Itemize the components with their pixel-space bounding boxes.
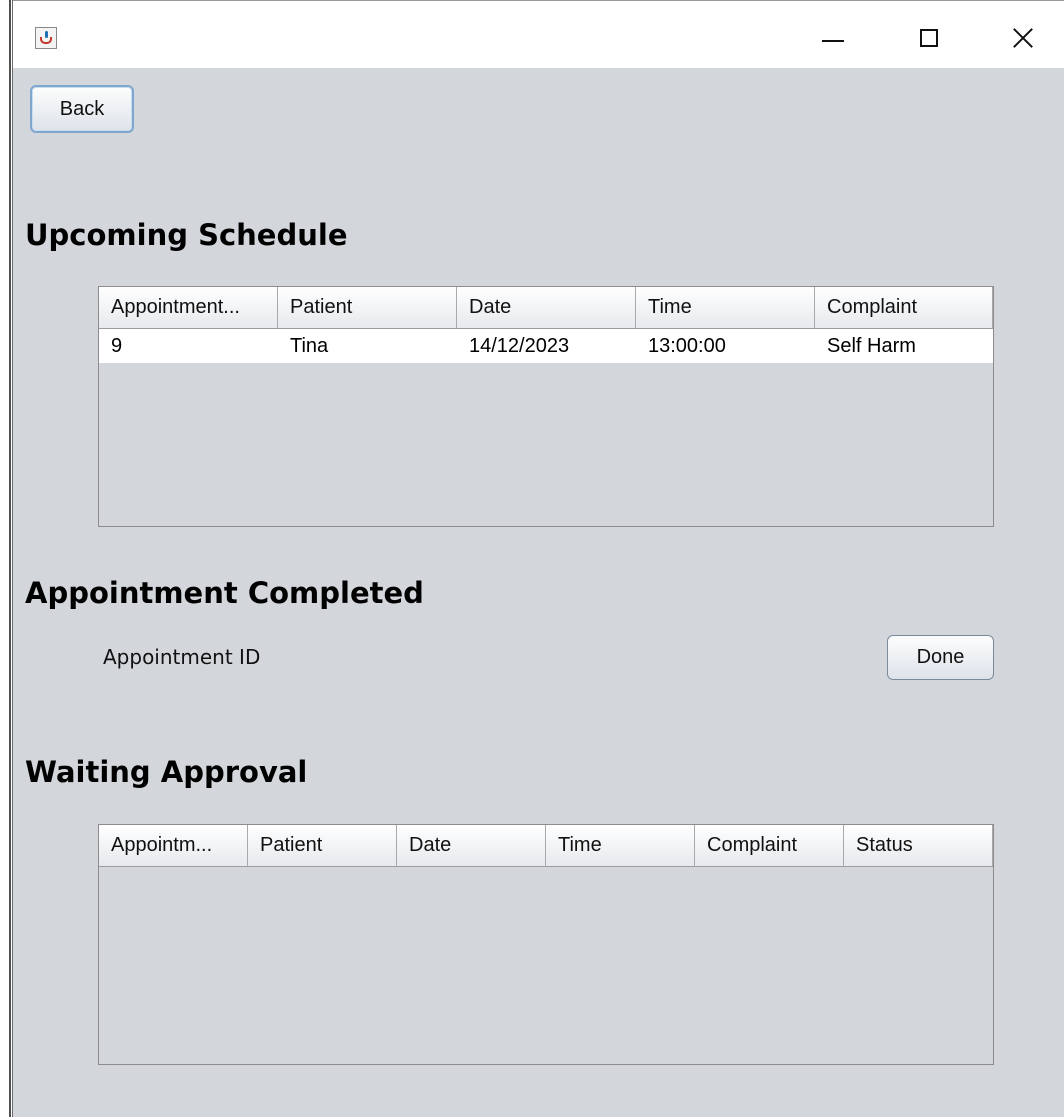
cell-complaint: Self Harm <box>827 334 916 357</box>
done-button[interactable]: Done <box>887 635 994 680</box>
app-window: Back Upcoming Schedule Appointment... Pa… <box>12 0 1064 1117</box>
upcoming-schedule-heading: Upcoming Schedule <box>25 218 348 252</box>
column-header-appointment[interactable]: Appointm... <box>99 825 248 866</box>
column-header-time[interactable]: Time <box>546 825 695 866</box>
background-edge <box>0 0 12 1117</box>
column-header-appointment[interactable]: Appointment... <box>99 287 278 328</box>
java-cup-icon <box>40 37 52 44</box>
column-header-complaint[interactable]: Complaint <box>695 825 844 866</box>
cell-time: 13:00:00 <box>648 334 726 357</box>
upcoming-schedule-table[interactable]: Appointment... Patient Date Time Complai… <box>98 286 994 527</box>
waiting-approval-heading: Waiting Approval <box>25 755 308 789</box>
column-header-date[interactable]: Date <box>397 825 546 866</box>
close-icon <box>1012 27 1034 49</box>
appointment-completed-heading: Appointment Completed <box>25 576 424 610</box>
java-app-icon <box>35 27 57 49</box>
appointment-id-label: Appointment ID <box>103 645 261 669</box>
cell-date: 14/12/2023 <box>469 334 570 357</box>
column-header-patient[interactable]: Patient <box>278 287 457 328</box>
cell-appointment-id: 9 <box>111 334 123 357</box>
column-header-time[interactable]: Time <box>636 287 815 328</box>
close-button[interactable] <box>993 8 1053 68</box>
cell-patient: Tina <box>290 334 329 357</box>
column-header-date[interactable]: Date <box>457 287 636 328</box>
window-top-strip <box>13 0 1064 8</box>
column-header-complaint[interactable]: Complaint <box>815 287 993 328</box>
upcoming-table-header: Appointment... Patient Date Time Complai… <box>99 287 993 329</box>
back-button[interactable]: Back <box>30 85 134 133</box>
table-row[interactable]: 9 Tina 14/12/2023 13:00:00 Self Harm <box>99 329 993 363</box>
minimize-icon <box>822 40 844 42</box>
maximize-button[interactable] <box>899 8 959 68</box>
minimize-button[interactable] <box>803 8 863 68</box>
edge-line <box>9 0 11 1117</box>
maximize-icon <box>920 29 938 47</box>
column-header-patient[interactable]: Patient <box>248 825 397 866</box>
waiting-approval-table[interactable]: Appointm... Patient Date Time Complaint … <box>98 824 994 1065</box>
waiting-table-header: Appointm... Patient Date Time Complaint … <box>99 825 993 867</box>
column-header-status[interactable]: Status <box>844 825 993 866</box>
